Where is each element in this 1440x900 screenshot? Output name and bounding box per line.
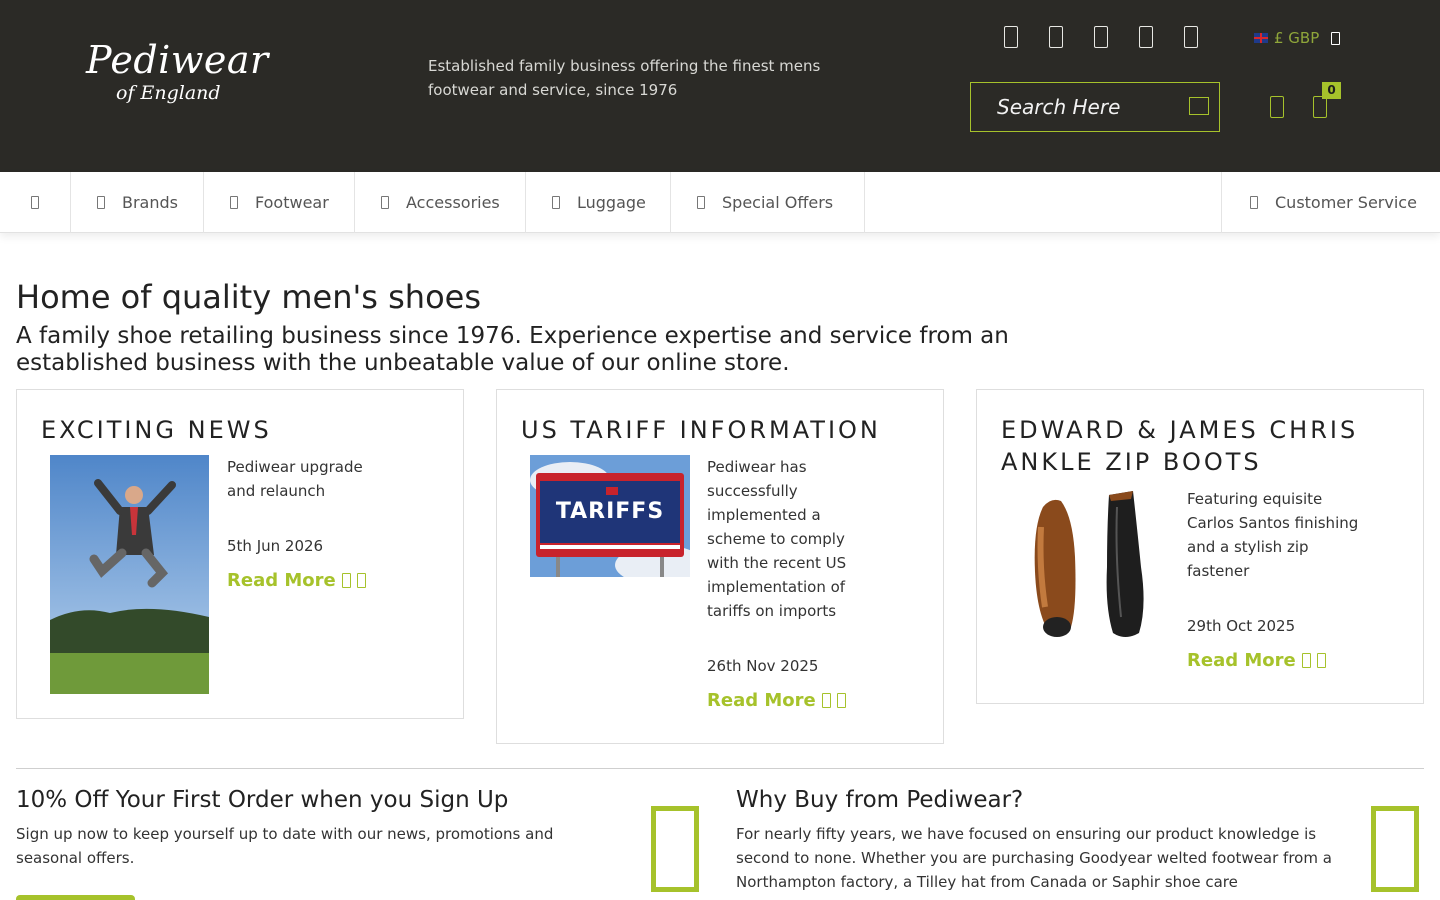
chevron-icon — [97, 196, 105, 209]
nav-item-footwear[interactable]: Footwear — [204, 172, 355, 233]
nav-item-accessories[interactable]: Accessories — [355, 172, 526, 233]
read-more-label: Read More — [227, 570, 336, 591]
news-card: EXCITING NEWS Pediwear upgrade and relau… — [16, 389, 464, 719]
chevron-icon — [1250, 196, 1258, 209]
arrow-right-icon — [356, 573, 366, 588]
youtube-icon[interactable] — [1184, 26, 1198, 48]
why-buy-text: For nearly fifty years, we have focused … — [736, 825, 1332, 891]
card-date: 5th Jun 2026 — [227, 537, 324, 555]
nav-item-customer-service[interactable]: Customer Service — [1221, 172, 1440, 233]
facebook-icon[interactable] — [1004, 26, 1018, 48]
arrow-right-icon — [836, 693, 846, 708]
card-title: EXCITING NEWS — [41, 416, 272, 444]
read-more-link[interactable]: Read More — [1187, 650, 1326, 671]
signup-button[interactable] — [16, 895, 135, 900]
boots-card: EDWARD & JAMES CHRIS ANKLE ZIP BOOTS Fea… — [976, 389, 1424, 704]
uk-flag-icon — [1254, 33, 1268, 43]
cart-icon[interactable] — [1313, 96, 1327, 118]
nav-item-label: Footwear — [255, 193, 329, 212]
card-text: Pediwear upgrade and relaunch — [227, 458, 363, 500]
arrow-right-icon — [341, 573, 351, 588]
card-text: Featuring equisite Carlos Santos finishi… — [1187, 490, 1359, 580]
award-icon — [1371, 806, 1419, 892]
cart-count-badge: 0 — [1322, 82, 1341, 99]
chevron-icon — [552, 196, 560, 209]
tariff-image[interactable]: TARIFFS — [530, 455, 690, 577]
tariff-image-text: TARIFFS — [555, 499, 665, 524]
card-text: Pediwear has successfully implemented a … — [707, 458, 847, 620]
logo-line2: of England — [116, 82, 221, 104]
nav-item-label: Special Offers — [722, 193, 834, 212]
chevron-icon — [697, 196, 705, 209]
card-title: US TARIFF INFORMATION — [521, 416, 881, 444]
read-more-label: Read More — [707, 690, 816, 711]
signup-text: Sign up now to keep yourself up to date … — [16, 825, 554, 867]
nav-item-label: Customer Service — [1275, 193, 1417, 212]
chevron-icon — [230, 196, 238, 209]
currency-selector[interactable]: £ GBP — [1254, 29, 1341, 47]
nav-item-special-offers[interactable]: Special Offers — [671, 172, 865, 233]
currency-label: £ GBP — [1274, 29, 1320, 47]
search-input[interactable] — [971, 83, 1181, 131]
signup-title: 10% Off Your First Order when you Sign U… — [16, 787, 509, 813]
why-buy-title: Why Buy from Pediwear? — [736, 787, 1024, 813]
pinterest-icon[interactable] — [1139, 26, 1153, 48]
section-divider — [16, 768, 1424, 769]
chevron-icon — [381, 196, 389, 209]
home-icon — [31, 196, 39, 209]
site-logo[interactable]: Pediwear of England — [86, 38, 269, 104]
card-date: 29th Oct 2025 — [1187, 617, 1296, 635]
news-image[interactable] — [50, 455, 209, 694]
nav-item-luggage[interactable]: Luggage — [526, 172, 671, 233]
search-box — [970, 82, 1220, 132]
nav-item-brands[interactable]: Brands — [71, 172, 204, 233]
arrow-right-icon — [821, 693, 831, 708]
read-more-link[interactable]: Read More — [227, 570, 366, 591]
nav-item-label: Brands — [122, 193, 178, 212]
site-header: Pediwear of England Established family b… — [0, 0, 1440, 172]
card-date: 26th Nov 2025 — [707, 657, 819, 675]
read-more-link[interactable]: Read More — [707, 690, 846, 711]
social-links — [1004, 26, 1198, 48]
arrow-right-icon — [1301, 653, 1311, 668]
account-icon[interactable] — [1270, 96, 1284, 118]
page-title: Home of quality men's shoes — [16, 278, 481, 316]
envelope-icon — [651, 806, 699, 892]
boots-image[interactable] — [1021, 487, 1161, 639]
main-nav: Brands Footwear Accessories Luggage Spec… — [0, 172, 1440, 233]
nav-home[interactable] — [0, 172, 71, 233]
header-tagline: Established family business offering the… — [428, 57, 821, 99]
arrow-right-icon — [1316, 653, 1326, 668]
logo-line1: Pediwear — [86, 38, 269, 82]
nav-item-label: Accessories — [406, 193, 500, 212]
card-title: EDWARD & JAMES CHRIS ANKLE ZIP BOOTS — [1001, 416, 1359, 476]
nav-item-label: Luggage — [577, 193, 646, 212]
chevron-down-icon — [1331, 31, 1341, 45]
tariff-card: US TARIFF INFORMATION TARIFFS Pediwear h… — [496, 389, 944, 744]
instagram-icon[interactable] — [1094, 26, 1108, 48]
twitter-icon[interactable] — [1049, 26, 1063, 48]
search-icon[interactable] — [1189, 97, 1209, 115]
page-intro: A family shoe retailing business since 1… — [16, 323, 1009, 376]
read-more-label: Read More — [1187, 650, 1296, 671]
